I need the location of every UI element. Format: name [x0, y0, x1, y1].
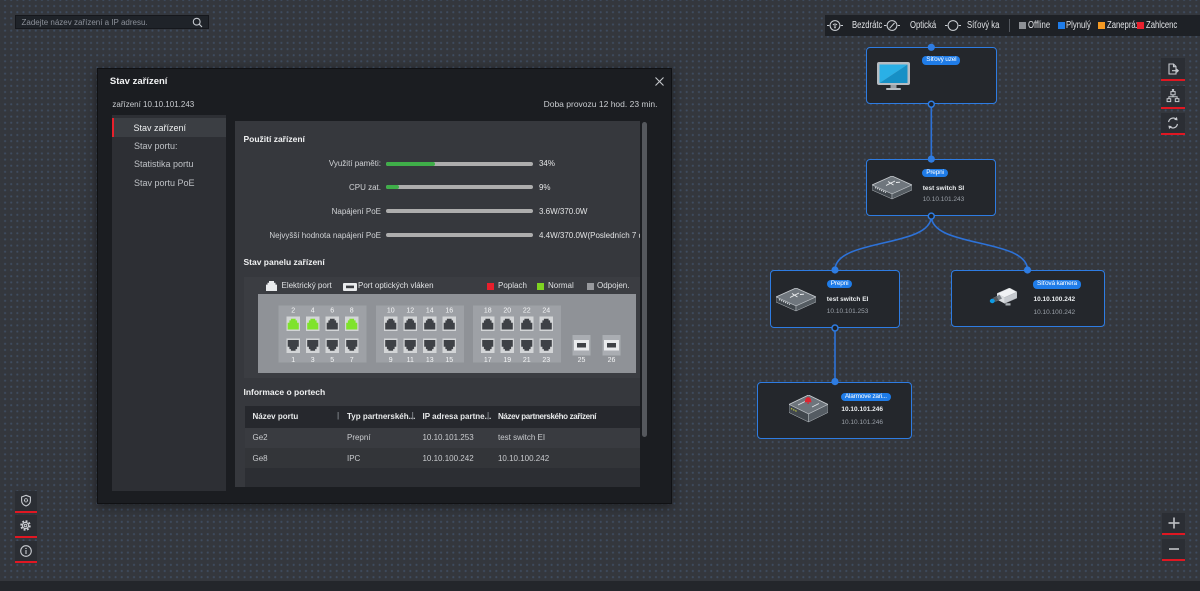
svg-text:2: 2	[292, 307, 296, 314]
svg-text:9: 9	[389, 357, 393, 364]
svg-text:11: 11	[407, 357, 414, 364]
svg-text:23: 23	[543, 357, 551, 364]
svg-text:19: 19	[504, 357, 512, 364]
svg-text:7: 7	[350, 357, 354, 364]
svg-text:14: 14	[426, 307, 434, 314]
svg-text:8: 8	[350, 307, 354, 314]
svg-text:12: 12	[407, 307, 415, 314]
svg-text:21: 21	[523, 357, 531, 364]
svg-text:22: 22	[523, 307, 531, 314]
svg-text:15: 15	[446, 357, 454, 364]
svg-text:4: 4	[311, 307, 315, 314]
svg-text:18: 18	[484, 307, 492, 314]
svg-text:13: 13	[426, 357, 434, 364]
svg-text:24: 24	[543, 307, 551, 314]
svg-text:26: 26	[608, 357, 616, 364]
svg-text:3: 3	[311, 357, 315, 364]
svg-text:5: 5	[331, 357, 335, 364]
svg-text:10: 10	[387, 307, 395, 314]
svg-text:1: 1	[292, 357, 296, 364]
svg-text:17: 17	[484, 357, 492, 364]
svg-text:6: 6	[331, 307, 335, 314]
svg-text:25: 25	[578, 357, 586, 364]
svg-text:16: 16	[446, 307, 454, 314]
svg-text:20: 20	[504, 307, 512, 314]
